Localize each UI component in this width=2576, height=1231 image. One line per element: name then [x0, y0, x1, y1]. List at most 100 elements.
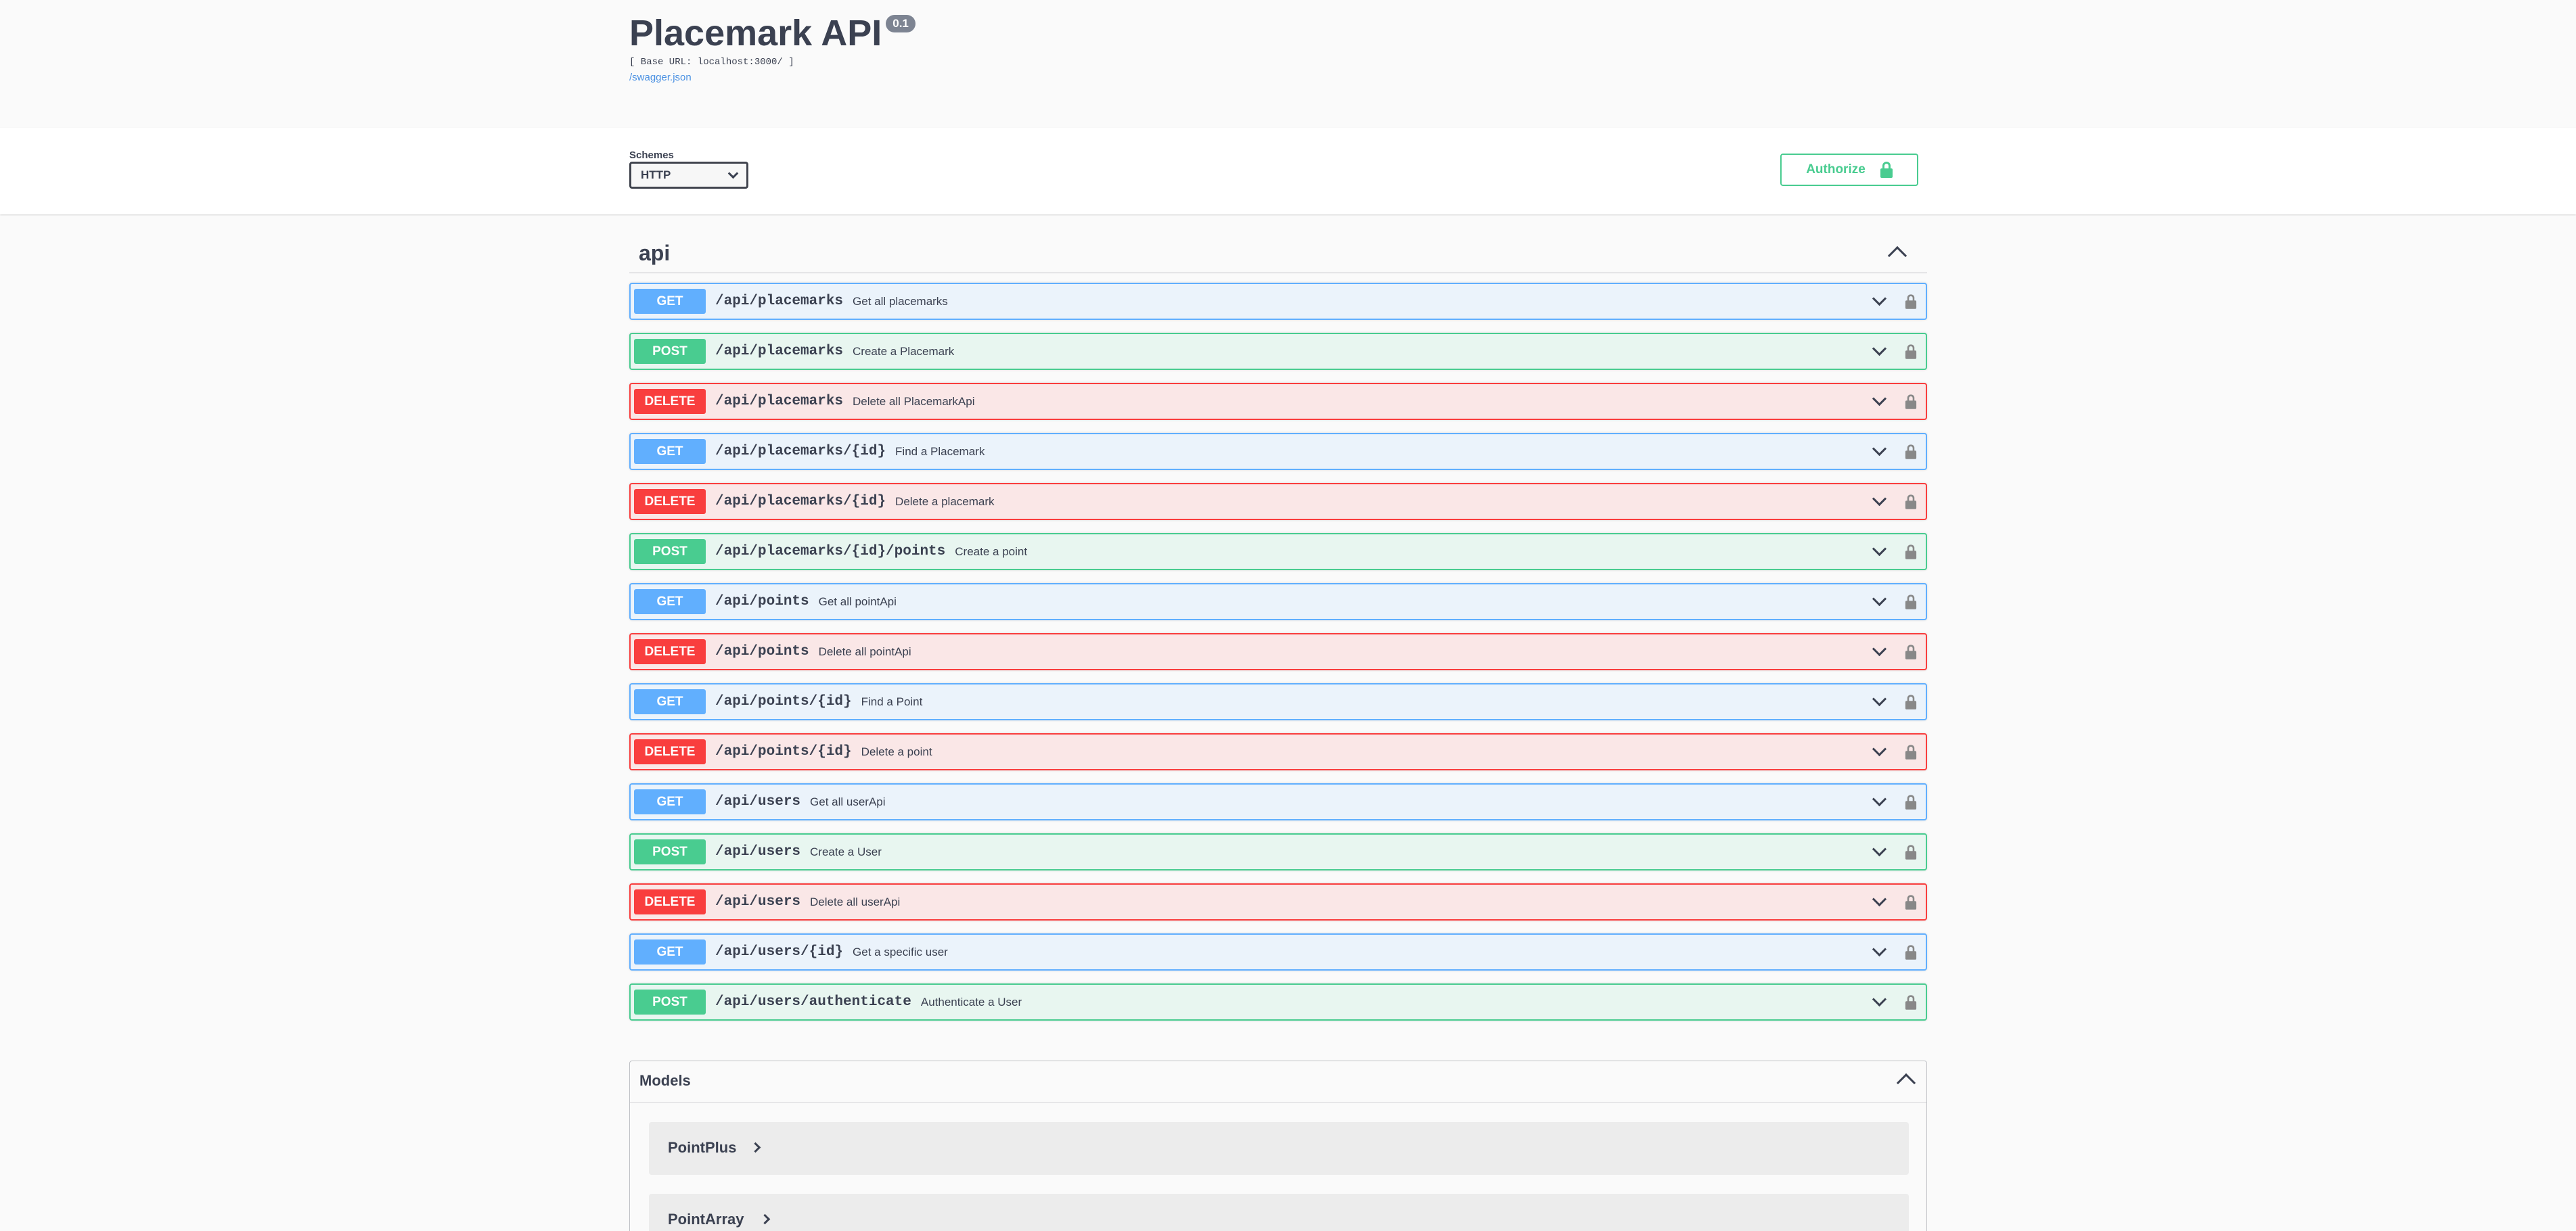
method-badge: GET [634, 289, 706, 314]
model-name: PointPlus [668, 1139, 737, 1156]
chevron-up-icon[interactable] [1887, 246, 1907, 266]
operation-path: /api/points [715, 644, 809, 659]
operation-get[interactable]: GET/api/placemarks/{id} Find a Placemark [629, 433, 1927, 470]
operation-summary: Find a Point [861, 695, 923, 708]
operation-summary: Create a User [810, 845, 882, 858]
operation-path: /api/users [715, 894, 801, 910]
operation-post[interactable]: POST/api/placemarks Create a Placemark [629, 333, 1927, 370]
lock-icon[interactable] [1905, 844, 1917, 860]
operation-path: /api/placemarks [715, 294, 844, 309]
schemes-select[interactable]: HTTP [629, 162, 748, 189]
models-section: Models PointPlus PointArray [629, 1061, 1927, 1231]
operation-summary: Get all placemarks [853, 294, 948, 308]
lock-icon[interactable] [1905, 644, 1917, 659]
operation-summary: Find a Placemark [895, 444, 985, 458]
operation-path: /api/points/{id} [715, 744, 852, 760]
models-label: Models [639, 1072, 691, 1089]
chevron-down-icon[interactable] [1872, 741, 1887, 757]
method-badge: POST [634, 339, 706, 364]
operation-delete[interactable]: DELETE/api/placemarks Delete all Placemar… [629, 383, 1927, 420]
chevron-right-icon [759, 1213, 771, 1225]
authorize-label: Authorize [1806, 162, 1866, 177]
chevron-down-icon[interactable] [1872, 992, 1887, 1007]
title-row: Placemark API 0.1 [629, 12, 1927, 54]
chevron-down-icon[interactable] [1872, 641, 1887, 657]
lock-icon[interactable] [1905, 544, 1917, 559]
lock-icon[interactable] [1905, 294, 1917, 309]
method-badge: POST [634, 539, 706, 564]
operation-summary: Get a specific user [853, 945, 948, 958]
operation-post[interactable]: POST/api/users/authenticate Authenticate … [629, 983, 1927, 1021]
operation-summary: Delete all pointApi [818, 645, 911, 658]
operation-summary: Create a Placemark [853, 344, 955, 358]
chevron-down-icon[interactable] [1872, 791, 1887, 807]
chevron-down-icon[interactable] [1872, 341, 1887, 356]
operation-get[interactable]: GET/api/points Get all pointApi [629, 583, 1927, 620]
lock-icon[interactable] [1905, 994, 1917, 1010]
chevron-up-icon[interactable] [1896, 1073, 1916, 1093]
method-badge: DELETE [634, 489, 706, 514]
method-badge: GET [634, 439, 706, 464]
method-badge: DELETE [634, 889, 706, 914]
authorize-button[interactable]: Authorize [1780, 154, 1918, 186]
operation-delete[interactable]: DELETE/api/placemarks/{id} Delete a place… [629, 483, 1927, 520]
operation-summary: Get all userApi [810, 795, 886, 808]
operation-summary: Get all pointApi [818, 595, 897, 608]
operation-path: /api/placemarks/{id}/points [715, 544, 946, 559]
method-badge: POST [634, 990, 706, 1015]
operation-path: /api/users/authenticate [715, 994, 911, 1010]
lock-icon[interactable] [1905, 894, 1917, 910]
lock-icon[interactable] [1905, 494, 1917, 509]
operation-delete[interactable]: DELETE/api/points/{id} Delete a point [629, 733, 1927, 770]
lock-icon[interactable] [1905, 744, 1917, 760]
operation-post[interactable]: POST/api/placemarks/{id}/points Create a … [629, 533, 1927, 570]
method-badge: DELETE [634, 739, 706, 764]
lock-icon[interactable] [1905, 694, 1917, 710]
model-item[interactable]: PointArray [649, 1194, 1909, 1231]
model-item[interactable]: PointPlus [649, 1122, 1909, 1175]
lock-icon[interactable] [1905, 444, 1917, 459]
chevron-down-icon[interactable] [1872, 491, 1887, 507]
operation-post[interactable]: POST/api/users Create a User [629, 833, 1927, 870]
operation-path: /api/users [715, 794, 801, 810]
operation-get[interactable]: GET/api/users Get all userApi [629, 783, 1927, 820]
page-title: Placemark API [629, 13, 882, 53]
tag-section-header[interactable]: api [629, 235, 1927, 273]
lock-icon[interactable] [1905, 594, 1917, 609]
operation-get[interactable]: GET/api/points/{id} Find a Point [629, 683, 1927, 720]
models-header[interactable]: Models [630, 1061, 1926, 1103]
chevron-down-icon[interactable] [1872, 942, 1887, 957]
swagger-json-link[interactable]: /swagger.json [629, 72, 692, 83]
chevron-down-icon[interactable] [1872, 291, 1887, 306]
chevron-down-icon[interactable] [1872, 441, 1887, 457]
scheme-container: Schemes HTTP Authorize [0, 128, 2576, 214]
version-badge: 0.1 [886, 15, 916, 32]
method-badge: DELETE [634, 389, 706, 414]
operation-path: /api/placemarks [715, 394, 844, 409]
lock-icon[interactable] [1905, 794, 1917, 810]
operation-path: /api/users/{id} [715, 944, 844, 960]
lock-icon[interactable] [1905, 394, 1917, 409]
schemes-label: Schemes [629, 149, 674, 161]
base-url: [ Base URL: localhost:3000/ ] [629, 57, 794, 68]
lock-icon[interactable] [1905, 944, 1917, 960]
chevron-down-icon[interactable] [1872, 891, 1887, 907]
operation-path: /api/points/{id} [715, 694, 852, 710]
operation-path: /api/placemarks [715, 344, 844, 359]
operation-delete[interactable]: DELETE/api/users Delete all userApi [629, 883, 1927, 921]
chevron-down-icon[interactable] [1872, 691, 1887, 707]
operation-get[interactable]: GET/api/users/{id} Get a specific user [629, 933, 1927, 971]
operation-summary: Delete all PlacemarkApi [853, 394, 975, 408]
operation-delete[interactable]: DELETE/api/points Delete all pointApi [629, 633, 1927, 670]
chevron-down-icon[interactable] [1872, 391, 1887, 407]
chevron-down-icon[interactable] [1872, 591, 1887, 607]
lock-icon[interactable] [1905, 344, 1917, 359]
operation-get[interactable]: GET/api/placemarks Get all placemarks [629, 283, 1927, 320]
method-badge: GET [634, 589, 706, 614]
chevron-down-icon[interactable] [1872, 541, 1887, 557]
operation-path: /api/placemarks/{id} [715, 494, 886, 509]
operation-summary: Create a point [955, 544, 1028, 558]
operation-summary: Delete a placemark [895, 494, 995, 508]
chevron-down-icon[interactable] [1872, 841, 1887, 857]
method-badge: POST [634, 839, 706, 864]
